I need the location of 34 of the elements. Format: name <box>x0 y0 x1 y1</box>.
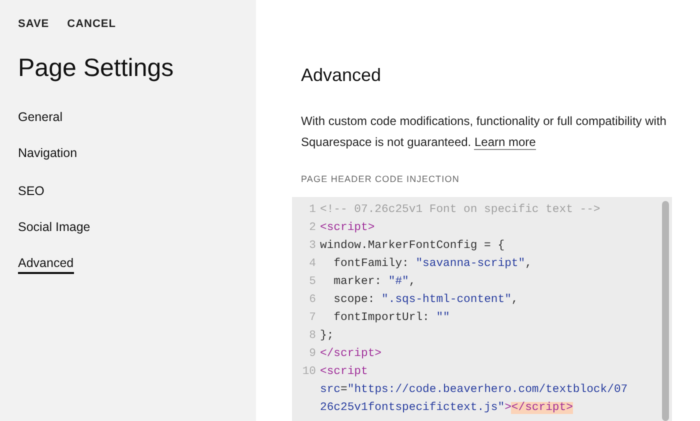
line-number: 10 <box>301 364 317 380</box>
sidebar-title: Page Settings <box>18 52 175 82</box>
code-line: </script> <box>320 346 383 362</box>
line-number: 3 <box>308 238 317 254</box>
code-line: marker: "#", <box>332 274 417 290</box>
sidebar-item[interactable]: Social Image <box>18 218 90 238</box>
code-line: <script src="https://code.beaverhero.com/textblock/0726c25v1fontspecifictext.js"></script> <box>320 364 629 416</box>
line-number: 2 <box>308 220 317 236</box>
field-label: PAGE HEADER CODE INJECTION <box>300 173 460 186</box>
code-line: <!-- 07.26c25v1 Font on specific text --> <box>320 202 602 218</box>
code-line: <script> <box>320 220 376 236</box>
scrollbar[interactable] <box>662 200 669 420</box>
line-number: 8 <box>308 328 317 344</box>
code-line: fontImportUrl: "" <box>332 310 451 326</box>
line-number: 7 <box>308 310 317 326</box>
line-number: 5 <box>308 274 317 290</box>
line-number: 6 <box>308 292 317 308</box>
code-editor[interactable] <box>292 196 672 421</box>
line-number: 1 <box>308 202 317 218</box>
code-line: window.MarkerFontConfig = { <box>320 238 506 254</box>
description-text: With custom code modifications, functionality or full compatibility with Squarespace is not guaranteed. Learn more <box>300 113 668 152</box>
cancel-button[interactable]: CANCEL <box>67 16 116 32</box>
sidebar-item[interactable]: Advanced <box>18 254 74 274</box>
line-number: 4 <box>308 256 317 272</box>
sidebar-item[interactable]: SEO <box>18 182 44 202</box>
learn-more-link[interactable]: Learn more <box>474 135 536 150</box>
code-line: fontFamily: "savanna-script", <box>332 256 533 272</box>
save-button[interactable]: SAVE <box>18 16 50 32</box>
sidebar-item[interactable]: General <box>18 108 62 128</box>
code-line: scope: ".sqs-html-content", <box>332 292 520 308</box>
panel-title: Advanced <box>300 64 382 87</box>
sidebar-item[interactable]: Navigation <box>18 144 78 164</box>
line-number: 9 <box>308 346 317 362</box>
code-line: }; <box>320 328 335 344</box>
